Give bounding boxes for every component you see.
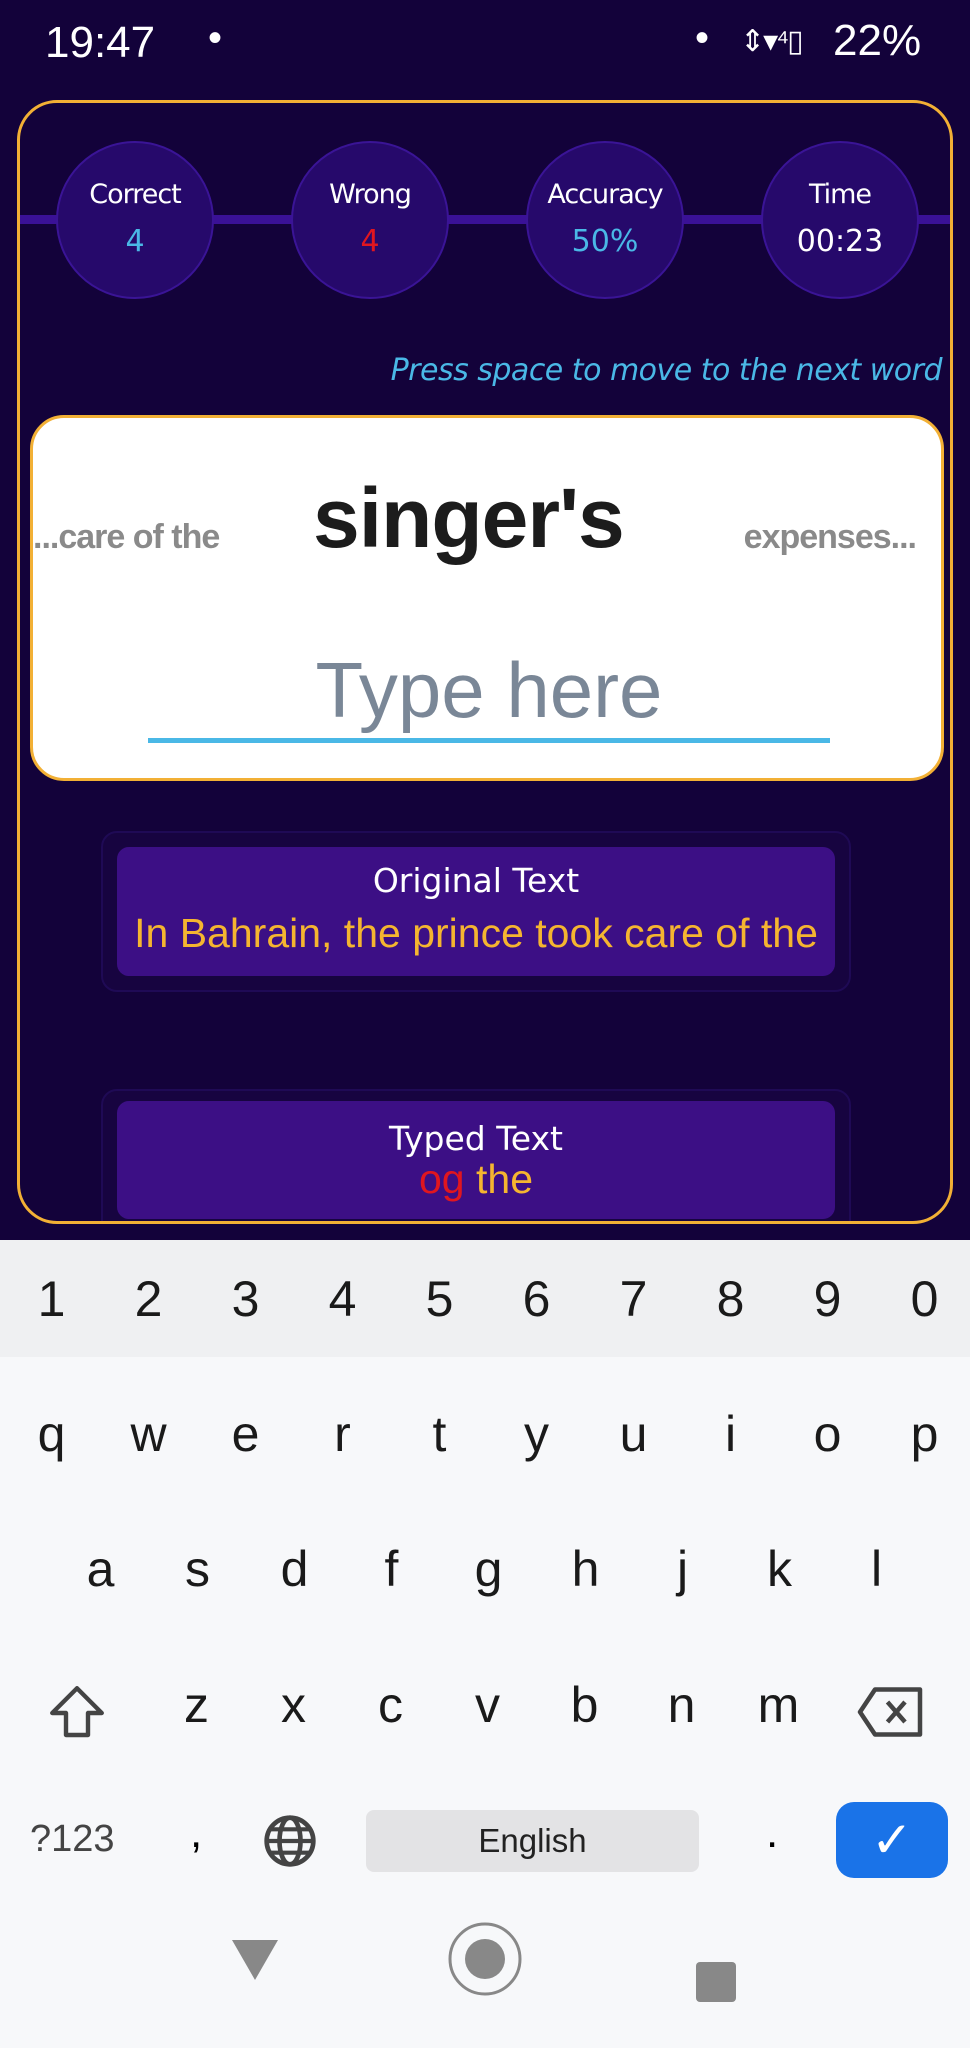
stat-label: Accuracy bbox=[547, 179, 663, 210]
shift-icon[interactable] bbox=[44, 1680, 110, 1746]
typed-text-panel: Typed Text og the bbox=[101, 1089, 851, 1221]
stat-label: Time bbox=[808, 179, 872, 210]
type-input[interactable] bbox=[148, 643, 830, 743]
key[interactable]: s bbox=[149, 1540, 246, 1598]
key[interactable]: h bbox=[537, 1540, 634, 1598]
game-card: Correct 4 Wrong 4 Accuracy 50% Time 00:2… bbox=[17, 100, 953, 1224]
key[interactable]: 9 bbox=[779, 1270, 876, 1328]
key[interactable]: x bbox=[245, 1676, 342, 1734]
status-bar: 19:47 • • ⇕▾⁴▯ 22% bbox=[0, 0, 970, 95]
stat-value: 00:23 bbox=[796, 224, 884, 259]
typed-text-title: Typed Text bbox=[389, 1119, 563, 1158]
key[interactable]: k bbox=[731, 1540, 828, 1598]
key[interactable]: i bbox=[682, 1405, 779, 1463]
stat-label: Wrong bbox=[329, 179, 412, 210]
key[interactable]: 5 bbox=[391, 1270, 488, 1328]
hint-text: Press space to move to the next word bbox=[390, 353, 943, 388]
number-keys: 1234567890 bbox=[3, 1270, 970, 1328]
key[interactable]: 4 bbox=[294, 1270, 391, 1328]
globe-icon[interactable] bbox=[262, 1813, 318, 1869]
key[interactable]: 2 bbox=[100, 1270, 197, 1328]
key[interactable]: 0 bbox=[876, 1270, 970, 1328]
key[interactable]: 7 bbox=[585, 1270, 682, 1328]
stat-value: 50% bbox=[571, 224, 639, 259]
key[interactable]: u bbox=[585, 1405, 682, 1463]
space-key[interactable]: English bbox=[366, 1810, 699, 1872]
stat-value: 4 bbox=[360, 224, 380, 259]
key[interactable]: 3 bbox=[197, 1270, 294, 1328]
key[interactable]: 6 bbox=[488, 1270, 585, 1328]
key[interactable]: j bbox=[634, 1540, 731, 1598]
nav-home-icon[interactable] bbox=[446, 1920, 524, 1998]
key[interactable]: b bbox=[536, 1676, 633, 1734]
stat-label: Correct bbox=[89, 179, 182, 210]
stat-time: Time 00:23 bbox=[761, 141, 919, 299]
asdf-row: asdfghjkl bbox=[52, 1540, 925, 1598]
key[interactable]: r bbox=[294, 1405, 391, 1463]
enter-key[interactable]: ✓ bbox=[836, 1802, 948, 1878]
comma-key[interactable]: , bbox=[190, 1808, 202, 1858]
next-words: expenses... bbox=[743, 518, 917, 556]
nav-recents-icon[interactable] bbox=[696, 1962, 736, 2002]
zxcv-row: zxcvbnm bbox=[148, 1676, 827, 1734]
key[interactable]: c bbox=[342, 1676, 439, 1734]
key[interactable]: p bbox=[876, 1405, 970, 1463]
notification-dot: • bbox=[695, 16, 710, 60]
key[interactable]: z bbox=[148, 1676, 245, 1734]
key[interactable]: 1 bbox=[3, 1270, 100, 1328]
key[interactable]: o bbox=[779, 1405, 876, 1463]
previous-words: ...care of the bbox=[33, 518, 220, 556]
key[interactable]: q bbox=[3, 1405, 100, 1463]
key[interactable]: m bbox=[730, 1676, 827, 1734]
key[interactable]: g bbox=[440, 1540, 537, 1598]
key[interactable]: v bbox=[439, 1676, 536, 1734]
battery-level: 22% bbox=[833, 16, 922, 65]
stat-correct: Correct 4 bbox=[56, 141, 214, 299]
period-key[interactable]: . bbox=[766, 1808, 778, 1858]
key[interactable]: 8 bbox=[682, 1270, 779, 1328]
typed-text: og the bbox=[117, 1157, 835, 1201]
key[interactable]: e bbox=[197, 1405, 294, 1463]
original-text: In Bahrain, the prince took care of the bbox=[134, 910, 818, 956]
original-text-panel: Original Text In Bahrain, the prince too… bbox=[101, 831, 851, 992]
key[interactable]: l bbox=[828, 1540, 925, 1598]
qwerty-row: qwertyuiop bbox=[3, 1405, 970, 1463]
stat-wrong: Wrong 4 bbox=[291, 141, 449, 299]
word-display-box: ...care of the singer's expenses... bbox=[30, 415, 944, 781]
key[interactable]: t bbox=[391, 1405, 488, 1463]
clock: 19:47 bbox=[45, 18, 156, 67]
typed-wrong: og bbox=[419, 1156, 465, 1202]
notification-dot: • bbox=[208, 16, 223, 60]
current-word: singer's bbox=[313, 471, 625, 565]
key[interactable]: w bbox=[100, 1405, 197, 1463]
backspace-icon[interactable] bbox=[855, 1684, 925, 1740]
original-text-title: Original Text bbox=[372, 861, 580, 900]
key[interactable]: a bbox=[52, 1540, 149, 1598]
typed-correct: the bbox=[464, 1156, 533, 1202]
stat-accuracy: Accuracy 50% bbox=[526, 141, 684, 299]
key[interactable]: f bbox=[343, 1540, 440, 1598]
key[interactable]: n bbox=[633, 1676, 730, 1734]
symbols-key[interactable]: ?123 bbox=[30, 1818, 115, 1861]
key[interactable]: y bbox=[488, 1405, 585, 1463]
signal-wifi-battery-icon: ⇕▾⁴▯ bbox=[740, 25, 804, 58]
stat-value: 4 bbox=[125, 224, 145, 259]
nav-back-icon[interactable] bbox=[232, 1940, 278, 1980]
key[interactable]: d bbox=[246, 1540, 343, 1598]
